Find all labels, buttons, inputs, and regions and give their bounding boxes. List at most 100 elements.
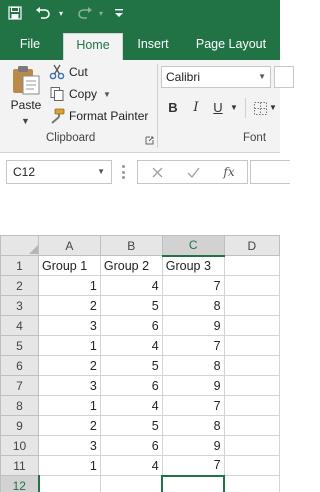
- cell-b2[interactable]: 4: [99, 275, 163, 296]
- redo-icon[interactable]: [74, 0, 96, 26]
- tab-file[interactable]: File: [10, 33, 50, 60]
- font-size-dropdown[interactable]: [274, 66, 294, 88]
- cut-button[interactable]: Cut: [48, 62, 88, 82]
- row-header[interactable]: 11: [0, 455, 39, 476]
- save-icon[interactable]: [4, 0, 26, 26]
- cell-c3[interactable]: 8: [161, 295, 225, 316]
- customize-qat-icon[interactable]: [112, 0, 126, 26]
- chevron-down-icon[interactable]: ▼: [229, 98, 239, 118]
- cell-a11[interactable]: 1: [38, 455, 101, 476]
- format-painter-button[interactable]: Format Painter: [48, 106, 148, 126]
- formula-bar-splitter[interactable]: [122, 165, 126, 179]
- cell-c4[interactable]: 9: [161, 315, 225, 336]
- cell-a3[interactable]: 2: [38, 295, 101, 316]
- cell-b11[interactable]: 4: [99, 455, 163, 476]
- cell-d12[interactable]: [223, 475, 281, 492]
- bold-button[interactable]: B: [166, 98, 180, 118]
- cell-c9[interactable]: 8: [161, 415, 225, 436]
- cell-b7[interactable]: 6: [99, 375, 163, 396]
- cell-c8[interactable]: 7: [161, 395, 225, 416]
- cell-a6[interactable]: 2: [38, 355, 101, 376]
- row-header[interactable]: 7: [0, 375, 39, 396]
- cell-c2[interactable]: 7: [161, 275, 225, 296]
- chevron-down-icon[interactable]: ▼: [268, 98, 278, 118]
- cell-b9[interactable]: 5: [99, 415, 163, 436]
- cell-b8[interactable]: 4: [99, 395, 163, 416]
- tab-home[interactable]: Home: [63, 33, 123, 60]
- cell-a7[interactable]: 3: [38, 375, 101, 396]
- row-header[interactable]: 6: [0, 355, 39, 376]
- cell-d6[interactable]: [223, 355, 281, 376]
- row-header[interactable]: 10: [0, 435, 39, 456]
- column-header-d[interactable]: D: [223, 235, 281, 256]
- cell-d8[interactable]: [223, 395, 281, 416]
- cell-d7[interactable]: [223, 375, 281, 396]
- cell-b3[interactable]: 5: [99, 295, 163, 316]
- copy-button[interactable]: Copy ▼: [48, 84, 111, 104]
- chevron-down-icon[interactable]: ▼: [97, 161, 105, 183]
- column-header-row: ABCD: [0, 235, 281, 257]
- chevron-down-icon[interactable]: ▼: [103, 90, 111, 99]
- cell-d3[interactable]: [223, 295, 281, 316]
- tab-page-layout[interactable]: Page Layout: [190, 33, 272, 60]
- row-header[interactable]: 9: [0, 415, 39, 436]
- insert-function-icon[interactable]: fx: [214, 161, 244, 183]
- cell-d4[interactable]: [223, 315, 281, 336]
- select-all-corner[interactable]: [0, 235, 39, 256]
- cell-a2[interactable]: 1: [38, 275, 101, 296]
- row-header[interactable]: 4: [0, 315, 39, 336]
- undo-dropdown-icon[interactable]: ▾: [56, 0, 66, 26]
- cell-c12[interactable]: [161, 474, 226, 492]
- cell-c7[interactable]: 9: [161, 375, 225, 396]
- cell-b12[interactable]: [99, 475, 163, 492]
- row-header[interactable]: 12: [0, 475, 40, 492]
- cell-a9[interactable]: 2: [38, 415, 101, 436]
- cell-a1[interactable]: Group 1: [38, 255, 101, 276]
- cancel-icon[interactable]: [142, 161, 172, 183]
- cell-c1[interactable]: Group 3: [161, 255, 225, 276]
- tab-insert[interactable]: Insert: [131, 33, 175, 60]
- cell-d1[interactable]: [223, 255, 281, 276]
- cell-c5[interactable]: 7: [161, 335, 225, 356]
- chevron-down-icon[interactable]: ▼: [21, 116, 30, 126]
- cell-a12[interactable]: [38, 475, 101, 492]
- row-header[interactable]: 2: [0, 275, 39, 296]
- name-box[interactable]: C12 ▼: [6, 160, 112, 184]
- cell-d11[interactable]: [223, 455, 281, 476]
- cell-b1[interactable]: Group 2: [99, 255, 163, 276]
- cell-d5[interactable]: [223, 335, 281, 356]
- row-header[interactable]: 5: [0, 335, 39, 356]
- column-header-a[interactable]: A: [38, 235, 101, 256]
- font-name-dropdown[interactable]: Calibri ▼: [161, 66, 271, 88]
- column-header-c[interactable]: C: [161, 235, 225, 257]
- table-row: 4369: [0, 315, 281, 336]
- dialog-launcher-icon[interactable]: [145, 136, 154, 145]
- row-header[interactable]: 8: [0, 395, 39, 416]
- borders-icon[interactable]: [252, 98, 268, 118]
- cell-b4[interactable]: 6: [99, 315, 163, 336]
- italic-button[interactable]: I: [190, 98, 202, 118]
- cell-b10[interactable]: 6: [99, 435, 163, 456]
- cell-a4[interactable]: 3: [38, 315, 101, 336]
- underline-button[interactable]: U: [212, 98, 224, 118]
- row-header[interactable]: 3: [0, 295, 39, 316]
- cell-d10[interactable]: [223, 435, 281, 456]
- column-header-b[interactable]: B: [99, 235, 163, 256]
- paste-button[interactable]: Paste ▼: [6, 62, 46, 130]
- row-header[interactable]: 1: [0, 255, 39, 276]
- formula-input[interactable]: [250, 160, 290, 184]
- cell-c6[interactable]: 8: [161, 355, 225, 376]
- cell-d2[interactable]: [223, 275, 281, 296]
- cell-a10[interactable]: 3: [38, 435, 101, 456]
- cell-c10[interactable]: 9: [161, 435, 225, 456]
- cell-c11[interactable]: 7: [161, 455, 225, 476]
- worksheet-grid[interactable]: A B C D 1 Group 1 Group 2 Group 321473258436951…: [0, 235, 281, 492]
- cell-b5[interactable]: 4: [99, 335, 163, 356]
- cell-d9[interactable]: [223, 415, 281, 436]
- undo-icon[interactable]: [32, 0, 54, 26]
- cell-a8[interactable]: 1: [38, 395, 101, 416]
- cell-a5[interactable]: 1: [38, 335, 101, 356]
- cell-b6[interactable]: 5: [99, 355, 163, 376]
- redo-dropdown-icon[interactable]: ▾: [96, 0, 106, 26]
- enter-icon[interactable]: [178, 161, 208, 183]
